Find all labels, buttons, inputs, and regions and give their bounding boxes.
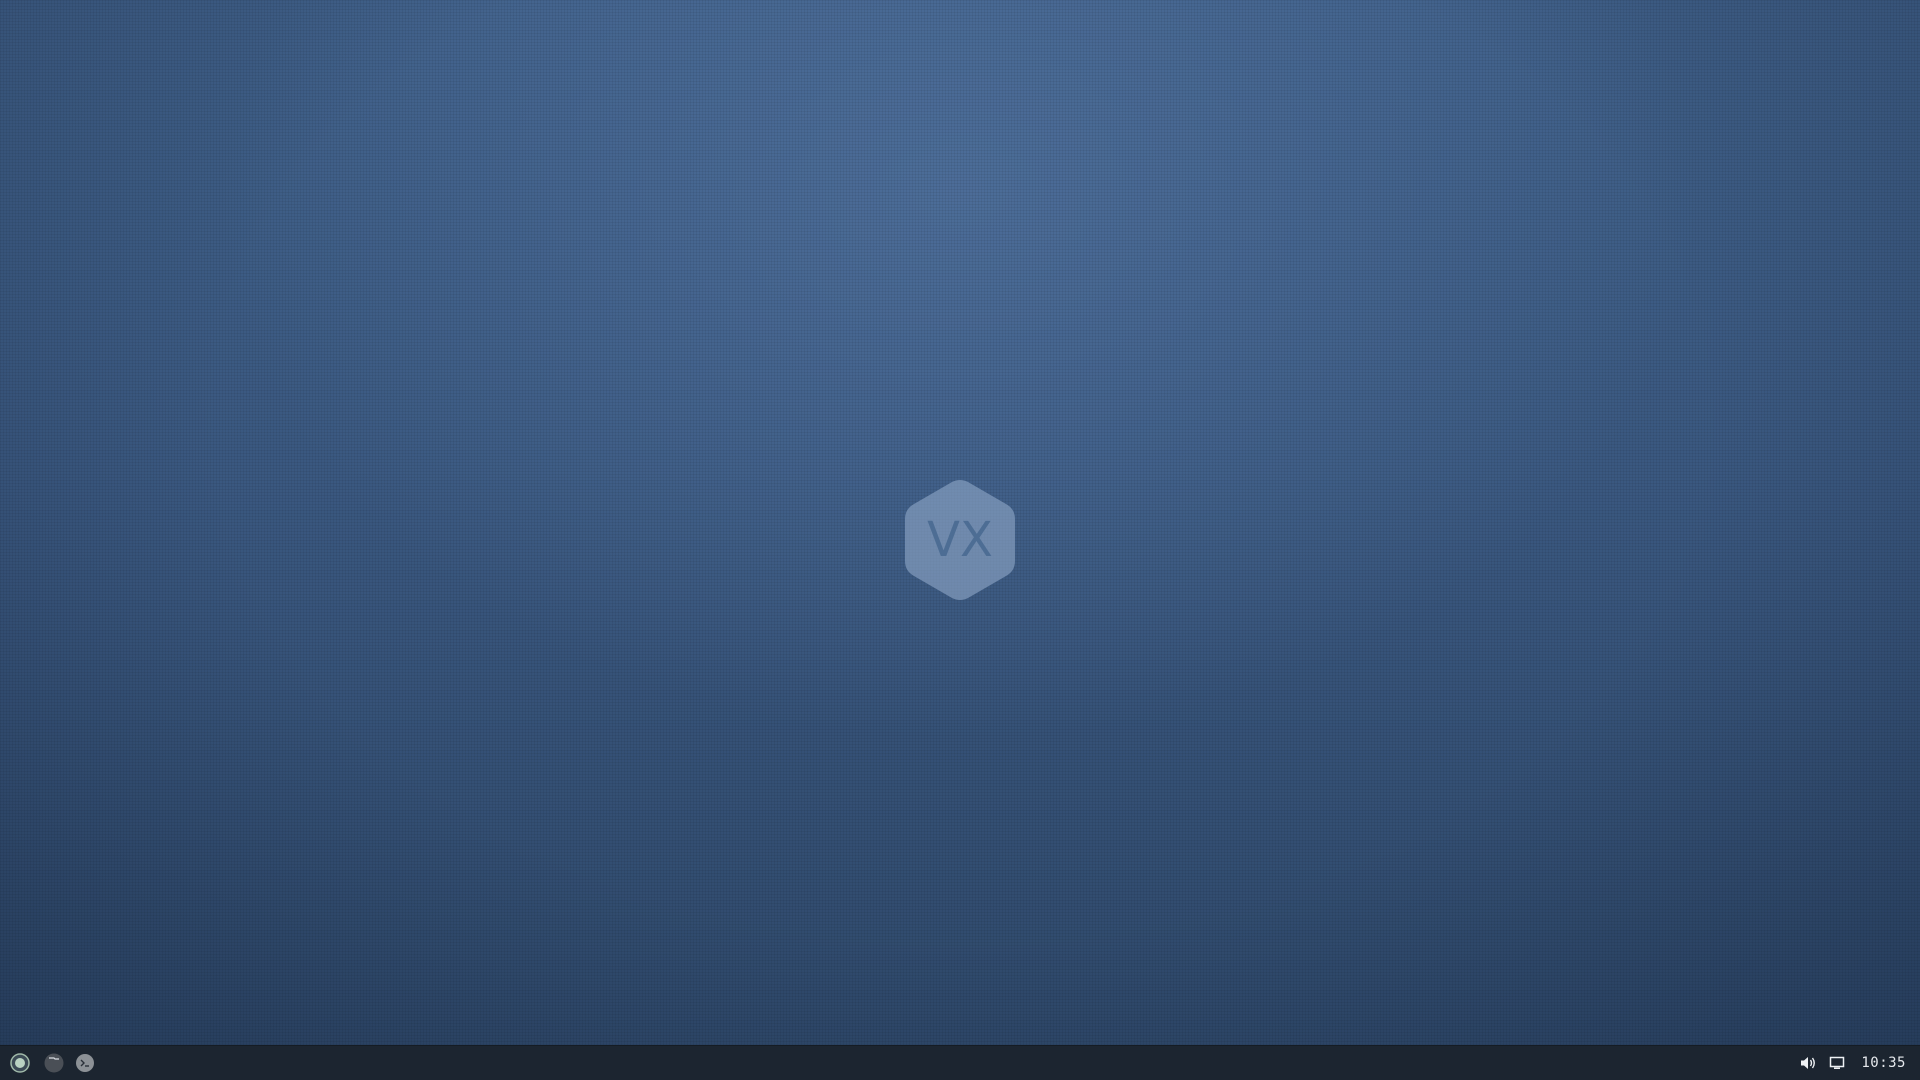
desktop[interactable]: VX — [0, 0, 1920, 1045]
logo-text: VX — [927, 512, 993, 568]
terminal-icon — [76, 1054, 94, 1072]
volume-icon — [1801, 1057, 1815, 1069]
file-manager-launcher[interactable] — [43, 1052, 65, 1074]
display-icon — [1829, 1056, 1845, 1069]
clock[interactable]: 10:35 — [1861, 1046, 1906, 1080]
file-manager-icon — [44, 1053, 64, 1073]
taskbar: 10:35 — [0, 1045, 1920, 1080]
volume-button[interactable] — [1797, 1052, 1819, 1074]
start-menu-icon — [10, 1053, 30, 1073]
vx-logo: VX — [902, 477, 1018, 603]
display-button[interactable] — [1826, 1052, 1848, 1074]
terminal-launcher[interactable] — [74, 1052, 96, 1074]
start-menu-button[interactable] — [9, 1052, 31, 1074]
